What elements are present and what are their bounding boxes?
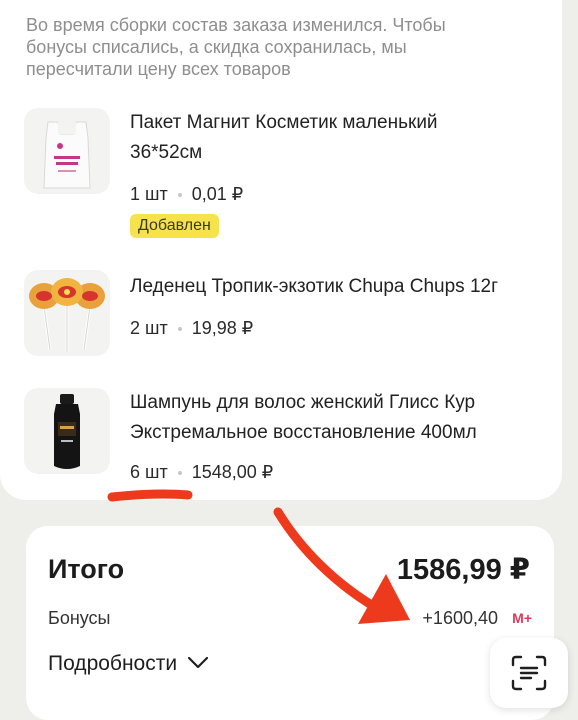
product-name: Пакет Магнит Косметик маленький 36*52см <box>130 112 438 163</box>
bonus-points-icon: М+ <box>512 610 532 626</box>
order-item[interactable]: Шампунь для волос женский Глисс Кур Экст… <box>0 388 562 488</box>
product-meta: 6 шт 1548,00 ₽ <box>130 462 273 483</box>
total-label: Итого <box>48 554 125 584</box>
product-quantity: 6 шт <box>130 462 168 482</box>
product-meta: 2 шт 19,98 ₽ <box>130 318 253 339</box>
bag-product-image <box>24 108 110 194</box>
product-price: 0,01 ₽ <box>191 184 244 204</box>
scan-text-icon <box>511 655 547 696</box>
product-name: Леденец Тропик-экзотик Chupa Chups 12г <box>130 276 499 297</box>
product-quantity: 1 шт <box>130 184 168 204</box>
separator-dot <box>177 192 182 197</box>
total-value: 1586,99 ₽ <box>396 554 530 586</box>
order-changed-notice: Во время сборки состав заказа изменился.… <box>26 15 446 79</box>
bonus-label: Бонусы <box>48 608 111 628</box>
product-price: 19,98 ₽ <box>191 318 254 338</box>
added-badge: Добавлен <box>130 214 219 238</box>
order-item[interactable]: Леденец Тропик-экзотик Chupa Chups 12г 2… <box>0 268 562 364</box>
details-label: Подробности <box>48 652 178 675</box>
chevron-down-icon <box>187 652 209 676</box>
bonus-value: +1600,40 <box>422 608 498 628</box>
product-quantity: 2 шт <box>130 318 168 338</box>
order-summary-card: Итого 1586,99 ₽ Бонусы +1600,40 М+ Подро… <box>26 526 554 720</box>
separator-dot <box>177 470 182 475</box>
lollipop-product-image <box>24 270 110 356</box>
details-toggle[interactable]: Подробности <box>48 652 209 676</box>
product-meta: 1 шт 0,01 ₽ <box>130 184 243 205</box>
order-items-card: Во время сборки состав заказа изменился.… <box>0 0 562 500</box>
order-item[interactable]: Пакет Магнит Косметик маленький 36*52см … <box>0 108 562 248</box>
scan-receipt-button[interactable] <box>490 638 568 708</box>
shampoo-product-image <box>24 388 110 474</box>
product-name: Шампунь для волос женский Глисс Кур Экст… <box>130 392 477 443</box>
separator-dot <box>177 326 182 331</box>
product-price: 1548,00 ₽ <box>191 462 274 482</box>
